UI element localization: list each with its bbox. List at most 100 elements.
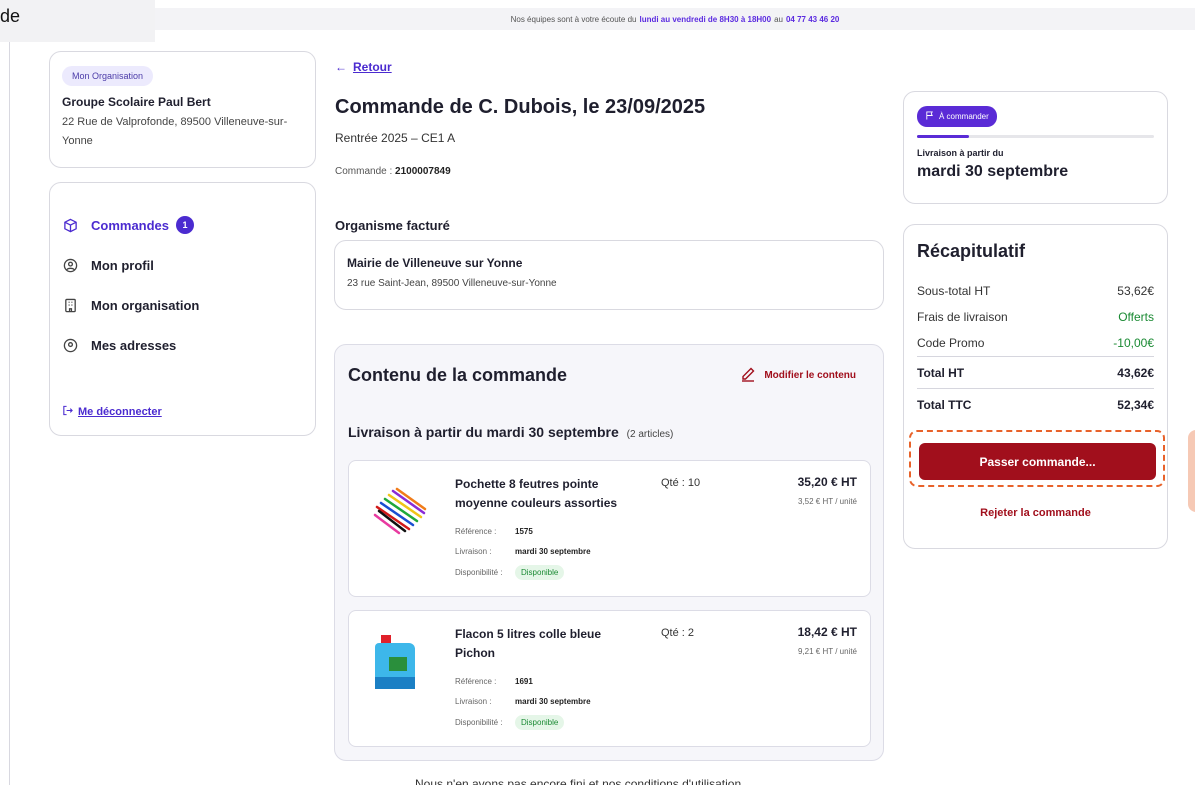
nav-item-label: Mon organisation	[91, 297, 200, 313]
summary-row-label: Total TTC	[917, 397, 972, 412]
organization-address: 22 Rue de Valprofonde, 89500 Villeneuve-…	[62, 116, 288, 147]
nav-item-adresses[interactable]: Mes adresses	[62, 325, 303, 365]
delivery-start-label: Livraison à partir du	[917, 148, 1004, 158]
meta-value: mardi 30 septembre	[515, 547, 591, 556]
item-unit-price: 9,21 € HT / unité	[798, 647, 857, 656]
order-item: Pochette 8 feutres pointe moyenne couleu…	[348, 460, 871, 597]
billing-address: 23 rue Saint-Jean, 89500 Villeneuve-sur-…	[347, 278, 557, 289]
meta-label: Livraison :	[455, 697, 492, 706]
summary-row-label: Frais de livraison	[917, 310, 1008, 324]
availability-badge: Disponible	[515, 715, 565, 730]
summary-row-value: Offerts	[1118, 310, 1154, 324]
nav-item-commandes[interactable]: Commandes 1	[62, 205, 303, 245]
location-pin-icon	[62, 337, 78, 353]
delivery-heading: Livraison à partir du mardi 30 septembre…	[348, 424, 870, 440]
delivery-start-date: mardi 30 septembre	[917, 163, 1069, 180]
reject-order-button[interactable]: Rejeter la commande	[904, 507, 1167, 519]
summary-card: Récapitulatif Sous-total HT 53,62€ Frais…	[903, 224, 1168, 549]
arrow-left-icon: ←	[335, 60, 347, 74]
left-border	[9, 42, 10, 785]
status-badge-label: À commander	[939, 112, 989, 121]
contact-banner-phone[interactable]: 04 77 43 46 20	[786, 15, 839, 24]
summary-title: Récapitulatif	[917, 241, 1026, 261]
order-item: Flacon 5 litres colle bleue Pichon Qté :…	[348, 610, 871, 747]
summary-row-total-ht: Total HT 43,62€	[917, 357, 1154, 388]
summary-row-value: 43,62€	[1117, 365, 1154, 380]
logout-label: Me déconnecter	[78, 406, 162, 418]
order-number: Commande : 2100007849	[335, 166, 451, 177]
place-order-button[interactable]: Passer commande...	[919, 443, 1156, 480]
order-subtitle: Rentrée 2025 – CE1 A	[335, 131, 456, 145]
contact-banner-prefix: Nos équipes sont à votre écoute du	[510, 14, 637, 24]
summary-row-label: Total HT	[917, 365, 965, 380]
nav-item-profil[interactable]: Mon profil	[62, 245, 303, 285]
item-availability: Disponibilité : Disponible	[455, 565, 565, 580]
billing-title: Organisme facturé	[335, 218, 450, 233]
meta-label: Disponibilité :	[455, 568, 503, 577]
footer-hint-text: Nous n'en avons pas encore fini et nos c…	[415, 777, 742, 785]
order-number-label: Commande :	[335, 166, 393, 177]
status-progress-fill	[917, 135, 970, 138]
orders-count-badge: 1	[176, 216, 195, 234]
billing-card: Mairie de Villeneuve sur Yonne 23 rue Sa…	[334, 240, 884, 310]
account-nav: Commandes 1 Mon profil Mon organisation …	[49, 182, 316, 436]
content-title: Contenu de la commande	[348, 365, 568, 385]
markers-pack-image	[373, 487, 427, 535]
page-title: Commande de C. Dubois, le 23/09/2025	[335, 96, 706, 118]
pencil-icon	[740, 366, 756, 385]
meta-value: mardi 30 septembre	[515, 697, 591, 706]
item-name: Flacon 5 litres colle bleue Pichon	[455, 627, 602, 660]
summary-row-total-ttc: Total TTC 52,34€	[917, 389, 1154, 420]
item-reference: Référence : 1691	[455, 677, 533, 686]
summary-row-label: Code Promo	[917, 336, 985, 350]
contact-banner-hours: lundi au vendredi de 8H30 à 18H00	[639, 14, 772, 24]
order-number-value: 2100007849	[395, 166, 451, 177]
meta-label: Référence :	[455, 527, 497, 536]
back-link[interactable]: ← Retour	[335, 60, 392, 74]
billing-name: Mairie de Villeneuve sur Yonne	[347, 256, 523, 270]
summary-row-value: 52,34€	[1117, 397, 1154, 412]
order-button-highlight: Passer commande...	[909, 430, 1165, 487]
delivery-heading-text: Livraison à partir du mardi 30 septembre	[348, 424, 619, 440]
item-price: 18,42 € HT	[797, 625, 857, 639]
logout-icon	[62, 405, 73, 419]
nav-item-label: Mes adresses	[91, 337, 177, 353]
item-reference: Référence : 1575	[455, 527, 533, 536]
status-badge: À commander	[917, 106, 997, 127]
organization-card: Mon Organisation Groupe Scolaire Paul Be…	[49, 51, 316, 168]
order-status-card: À commander Livraison à partir du mardi …	[903, 91, 1168, 204]
meta-value: 1691	[515, 677, 533, 686]
glue-bottle-image	[375, 635, 415, 689]
organization-badge: Mon Organisation	[62, 66, 154, 86]
meta-label: Référence :	[455, 677, 497, 686]
package-icon	[62, 217, 78, 233]
flag-icon	[925, 111, 934, 122]
nav-item-label: Commandes	[91, 217, 170, 233]
item-price: 35,20 € HT	[797, 475, 857, 489]
logout-link[interactable]: Me déconnecter	[62, 405, 162, 419]
nav-item-label: Mon profil	[91, 257, 154, 273]
summary-row-value: 53,62€	[1117, 284, 1154, 298]
building-icon	[62, 297, 78, 313]
edit-content-button[interactable]: Modifier le contenu	[740, 366, 856, 385]
item-quantity: Qté : 2	[661, 627, 695, 639]
article-count: (2 articles)	[626, 429, 674, 440]
meta-value: 1575	[515, 527, 533, 536]
summary-row-label: Sous-total HT	[917, 284, 991, 298]
contact-banner: Nos équipes sont à votre écoute du lundi…	[155, 8, 1195, 30]
summary-row-subtotal: Sous-total HT 53,62€	[917, 278, 1154, 304]
item-unit-price: 3,52 € HT / unité	[798, 497, 857, 506]
organization-name: Groupe Scolaire Paul Bert	[62, 95, 211, 109]
order-content-card: Contenu de la commande Modifier le conte…	[334, 344, 884, 761]
status-progress-bar	[917, 135, 1154, 138]
nav-item-organisation[interactable]: Mon organisation	[62, 285, 303, 325]
window-corner-label: de	[0, 0, 155, 42]
meta-label: Disponibilité :	[455, 718, 503, 727]
summary-row-promo: Code Promo -10,00€	[917, 330, 1154, 356]
item-name: Pochette 8 feutres pointe moyenne couleu…	[455, 477, 618, 510]
summary-row-value: -10,00€	[1113, 336, 1154, 350]
back-label: Retour	[353, 60, 392, 74]
side-panel-edge	[1188, 430, 1195, 512]
item-quantity: Qté : 10	[661, 477, 701, 489]
user-circle-icon	[62, 257, 78, 273]
